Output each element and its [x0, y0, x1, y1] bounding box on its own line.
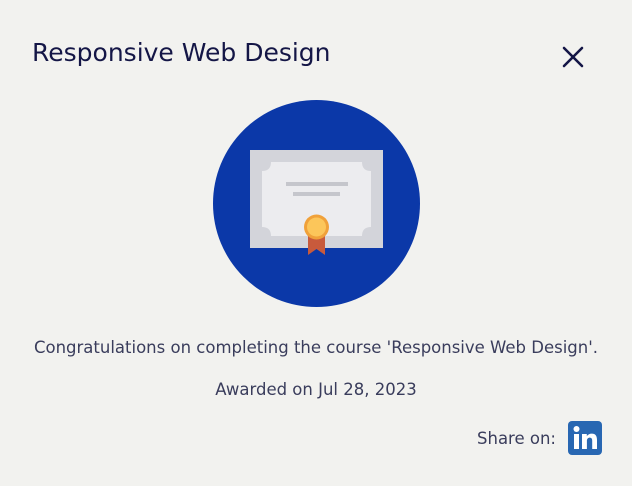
close-button[interactable]	[558, 42, 588, 72]
awarded-date: Awarded on Jul 28, 2023	[215, 380, 417, 399]
close-icon	[562, 46, 584, 68]
certificate-dialog: Responsive Web Design Congratulations on…	[0, 0, 632, 486]
dialog-title: Responsive Web Design	[32, 38, 331, 67]
linkedin-share-button[interactable]	[568, 421, 602, 455]
certificate-icon	[213, 100, 420, 307]
linkedin-icon	[568, 421, 602, 455]
share-row: Share on:	[477, 421, 602, 455]
share-label: Share on:	[477, 428, 556, 448]
certificate-badge	[213, 100, 420, 307]
congratulations-message: Congratulations on completing the course…	[33, 338, 599, 357]
